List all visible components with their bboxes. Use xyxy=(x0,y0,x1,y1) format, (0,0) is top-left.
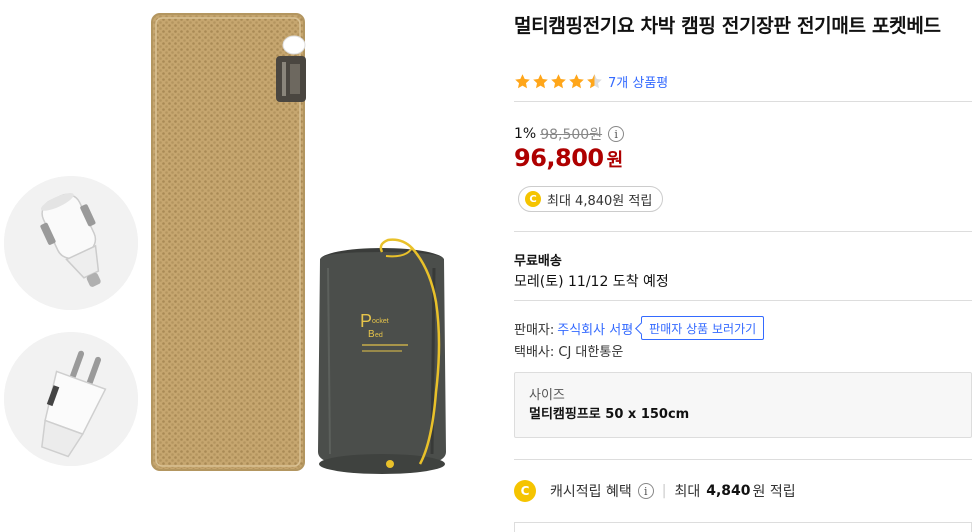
sale-price-value: 96,800 xyxy=(514,144,604,172)
info-icon[interactable]: i xyxy=(608,126,625,142)
original-price: 98,500원 xyxy=(540,127,603,143)
star-full-icon xyxy=(533,73,548,88)
seller-row: 판매자: 주식회사 서평 판매자 상품 보러가기 xyxy=(514,316,765,340)
cash-coin-icon: C xyxy=(525,191,541,207)
product-info-panel: 멀티캠핑전기요 차박 캠핑 전기장판 전기매트 포켓베드 7개 상품평 1% 9… xyxy=(514,0,972,532)
power-plug-image xyxy=(4,332,138,466)
separator: | xyxy=(661,483,667,499)
cashback-coin-icon: C xyxy=(514,480,536,502)
courier-info: 택배사: CJ 대한통운 xyxy=(514,345,624,360)
svg-text:ocket: ocket xyxy=(372,318,389,325)
cashback-info-icon[interactable]: i xyxy=(637,483,654,499)
main-product-image[interactable]: P ocket B ed xyxy=(150,12,460,478)
cashback-prefix: 최대 xyxy=(674,484,701,500)
electric-mat-image: P ocket B ed xyxy=(151,13,446,474)
car-adapter-image xyxy=(4,176,138,310)
divider xyxy=(514,101,972,102)
rating-stars[interactable] xyxy=(514,73,603,90)
review-count-link[interactable]: 7개 상품평 xyxy=(608,72,668,91)
cashback-label: 캐시적립 혜택 xyxy=(550,484,632,500)
cashback-suffix: 원 적립 xyxy=(752,484,796,500)
svg-text:ed: ed xyxy=(375,332,383,339)
star-full-icon xyxy=(569,73,584,88)
cashback-row: C 캐시적립 혜택 i | 최대 4,840 원 적립 xyxy=(514,480,796,502)
discount-row: 1% 98,500원 i xyxy=(514,124,625,144)
seller-label: 판매자: xyxy=(514,322,555,338)
star-full-icon xyxy=(551,73,566,88)
rating-row: 7개 상품평 xyxy=(514,70,668,92)
svg-text:B: B xyxy=(368,329,375,340)
divider xyxy=(514,300,972,301)
option-selector[interactable]: 사이즈 멀티캠핑프로 50 x 150cm xyxy=(514,372,972,438)
seller-name-link[interactable]: 주식회사 서평 xyxy=(557,319,633,338)
seller-products-button[interactable]: 판매자 상품 보러가기 xyxy=(641,316,765,340)
option-label: 사이즈 xyxy=(529,388,565,403)
cash-reward-badge: C 최대 4,840원 적립 xyxy=(518,186,664,212)
cash-reward-text: 최대 4,840원 적립 xyxy=(547,193,653,209)
star-half-icon xyxy=(587,73,602,88)
thumbnail-car-adapter[interactable] xyxy=(4,176,138,310)
divider xyxy=(514,231,972,232)
cashback-amount: 4,840 xyxy=(706,483,751,499)
star-full-icon xyxy=(515,73,530,88)
shipping-label: 무료배송 xyxy=(514,254,562,269)
svg-text:P: P xyxy=(360,311,372,331)
divider xyxy=(514,459,972,460)
sale-price-unit: 원 xyxy=(606,150,624,171)
product-gallery: P ocket B ed xyxy=(0,0,500,532)
sale-price: 96,800 원 xyxy=(514,144,623,172)
product-title: 멀티캠핑전기요 차박 캠핑 전기장판 전기매트 포켓베드 xyxy=(514,15,941,37)
discount-rate: 1% xyxy=(514,126,537,142)
next-section-box xyxy=(514,522,972,532)
shipping-eta: 모레(토) 11/12 도착 예정 xyxy=(514,274,669,290)
option-value: 멀티캠핑프로 50 x 150cm xyxy=(529,407,690,422)
thumbnail-power-plug[interactable] xyxy=(4,332,138,466)
